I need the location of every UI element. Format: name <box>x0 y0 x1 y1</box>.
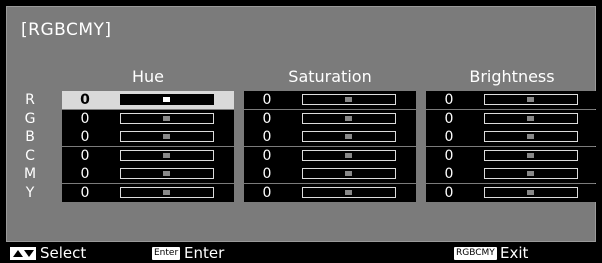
adjustment-cell-r-brightness[interactable]: 0 <box>426 91 598 109</box>
value-readout: 0 <box>444 129 454 145</box>
adjustment-cell-b-brightness[interactable]: 0 <box>426 128 598 146</box>
value-readout: 0 <box>80 92 90 108</box>
exit-help-label: Exit <box>500 244 529 262</box>
value-readout: 0 <box>80 184 90 201</box>
value-readout: 0 <box>444 166 454 182</box>
adjustment-cell-c-hue[interactable]: 0 <box>62 146 234 165</box>
adjustment-slider[interactable] <box>302 131 396 142</box>
adjustment-cell-m-saturation[interactable]: 0 <box>244 165 416 183</box>
adjustment-cell-b-saturation[interactable]: 0 <box>244 128 416 146</box>
adjustment-slider[interactable] <box>302 149 396 161</box>
adjustment-slider[interactable] <box>302 112 396 124</box>
adjustment-slider[interactable] <box>484 149 578 161</box>
slider-knob[interactable] <box>345 97 352 102</box>
adjustment-slider[interactable] <box>484 131 578 142</box>
adjustment-slider[interactable] <box>120 94 214 105</box>
row-label-m: M <box>23 166 37 182</box>
value-readout: 0 <box>262 184 272 201</box>
row-label-r: R <box>25 92 35 108</box>
adjustment-cell-c-brightness[interactable]: 0 <box>426 146 598 165</box>
adjustment-cell-c-saturation[interactable]: 0 <box>244 146 416 165</box>
adjustment-cell-b-hue[interactable]: 0 <box>62 128 234 146</box>
value-readout: 0 <box>444 92 454 108</box>
row-label-c: C <box>25 147 35 164</box>
slider-knob[interactable] <box>527 134 534 139</box>
adjustment-cell-r-hue[interactable]: 0 <box>62 91 234 109</box>
slider-knob[interactable] <box>345 134 352 139</box>
slider-knob[interactable] <box>163 97 170 102</box>
menu-title: [RGBCMY] <box>21 20 112 40</box>
slider-knob[interactable] <box>345 152 352 158</box>
row-label-b: B <box>25 129 35 145</box>
slider-knob[interactable] <box>163 152 170 158</box>
adjustment-cell-m-hue[interactable]: 0 <box>62 165 234 183</box>
slider-knob[interactable] <box>527 115 534 121</box>
slider-knob[interactable] <box>527 189 534 195</box>
adjustment-cell-g-hue[interactable]: 0 <box>62 109 234 128</box>
value-readout: 0 <box>80 147 90 164</box>
adjustment-slider[interactable] <box>120 149 214 161</box>
adjustment-cell-g-brightness[interactable]: 0 <box>426 109 598 128</box>
value-readout: 0 <box>80 166 90 182</box>
adjustment-slider[interactable] <box>302 94 396 105</box>
value-readout: 0 <box>262 92 272 108</box>
slider-knob[interactable] <box>527 152 534 158</box>
value-readout: 0 <box>262 129 272 145</box>
adjustment-cell-m-brightness[interactable]: 0 <box>426 165 598 183</box>
adjustment-slider[interactable] <box>120 186 214 198</box>
column-header-hue: Hue <box>131 67 164 86</box>
row-label-y: Y <box>25 184 35 201</box>
adjustment-slider[interactable] <box>302 168 396 179</box>
slider-knob[interactable] <box>345 115 352 121</box>
enter-help-label: Enter <box>184 244 225 262</box>
slider-knob[interactable] <box>163 171 170 176</box>
slider-knob[interactable] <box>527 97 534 102</box>
slider-knob[interactable] <box>527 171 534 176</box>
value-readout: 0 <box>444 110 454 127</box>
adjustment-cell-y-brightness[interactable]: 0 <box>426 183 598 202</box>
slider-knob[interactable] <box>163 189 170 195</box>
value-readout: 0 <box>444 184 454 201</box>
adjustment-slider[interactable] <box>120 112 214 124</box>
select-help-label: Select <box>40 244 87 262</box>
value-readout: 0 <box>80 110 90 127</box>
slider-knob[interactable] <box>345 189 352 195</box>
footer-help-bar: Select Enter Enter RGBCMY Exit <box>0 244 602 263</box>
slider-knob[interactable] <box>163 134 170 139</box>
up-down-arrows-icon <box>10 247 36 260</box>
adjustment-slider[interactable] <box>484 94 578 105</box>
enter-key-icon: Enter <box>152 247 181 260</box>
adjustment-slider[interactable] <box>484 112 578 124</box>
slider-knob[interactable] <box>163 115 170 121</box>
value-readout: 0 <box>80 129 90 145</box>
adjustment-slider[interactable] <box>120 131 214 142</box>
column-header-brightness: Brightness <box>469 67 555 86</box>
adjustment-slider[interactable] <box>484 186 578 198</box>
adjustment-cell-g-saturation[interactable]: 0 <box>244 109 416 128</box>
adjustment-cell-y-saturation[interactable]: 0 <box>244 183 416 202</box>
adjustment-cell-r-saturation[interactable]: 0 <box>244 91 416 109</box>
column-header-saturation: Saturation <box>288 67 372 86</box>
rgbcmy-menu-panel: [RGBCMY] Hue Saturation Brightness R 0 0 0 G… <box>6 6 598 242</box>
row-label-g: G <box>24 110 36 127</box>
slider-knob[interactable] <box>345 171 352 176</box>
value-readout: 0 <box>262 166 272 182</box>
value-readout: 0 <box>262 110 272 127</box>
value-readout: 0 <box>444 147 454 164</box>
value-readout: 0 <box>262 147 272 164</box>
adjustment-slider[interactable] <box>302 186 396 198</box>
adjustment-slider[interactable] <box>484 168 578 179</box>
adjustment-cell-y-hue[interactable]: 0 <box>62 183 234 202</box>
adjustment-slider[interactable] <box>120 168 214 179</box>
rgbcmy-key-icon: RGBCMY <box>454 247 497 260</box>
